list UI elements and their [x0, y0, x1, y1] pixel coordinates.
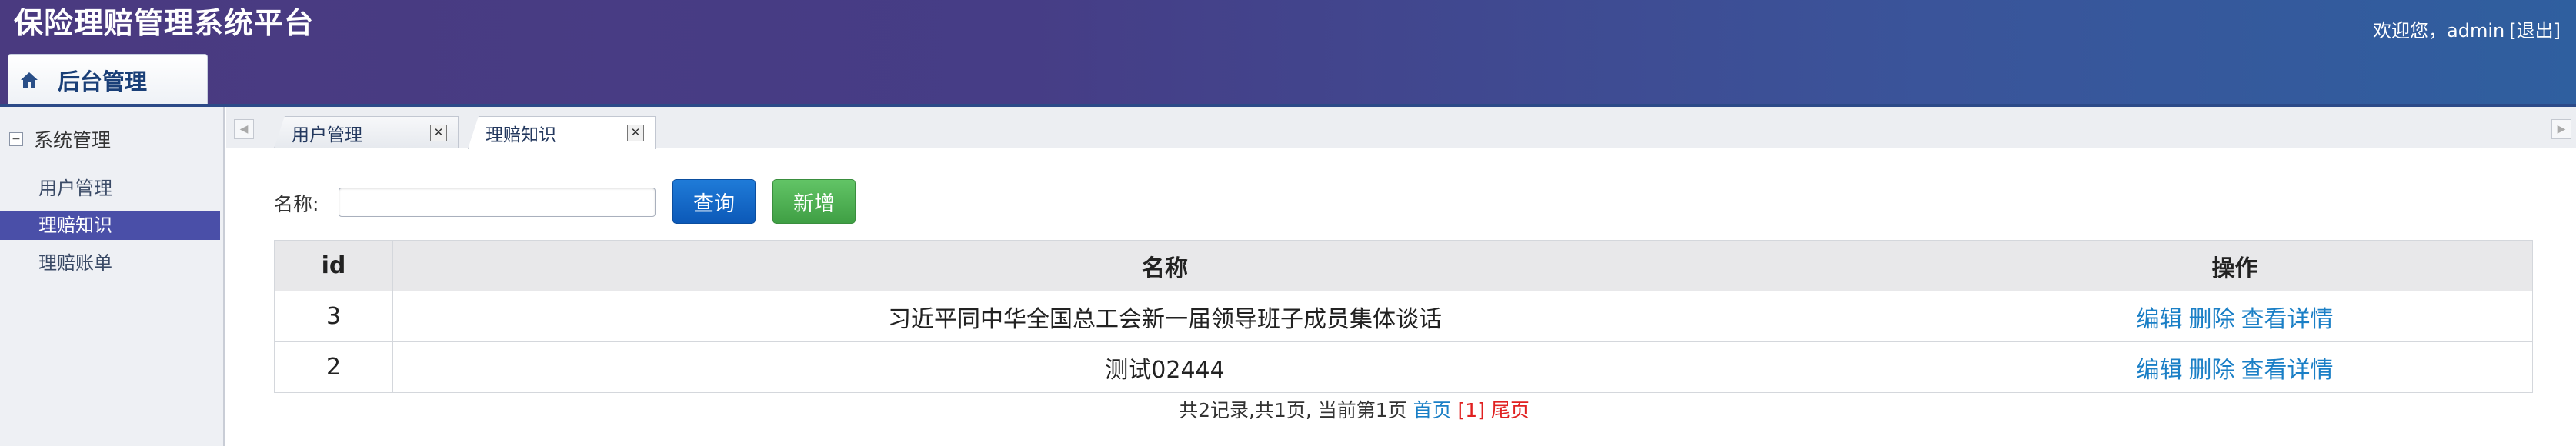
tab-scroll-right-icon[interactable]: ▶ [2551, 119, 2571, 139]
home-icon [18, 68, 41, 92]
last-page-link[interactable]: 尾页 [1491, 399, 1530, 421]
logout-link[interactable]: [退出] [2509, 20, 2561, 42]
view-details-link[interactable]: 查看详情 [2241, 306, 2334, 333]
tab-scroll-left-icon[interactable]: ◀ [234, 119, 254, 139]
top-header: 保险理赔管理系统平台 欢迎您，admin [退出] 后台管理 [0, 0, 2576, 107]
tab-claim-knowledge[interactable]: 理赔知识 ✕ [468, 116, 656, 149]
welcome-text: 欢迎您，admin [2373, 20, 2505, 42]
query-button[interactable]: 查询 [672, 179, 756, 224]
main-tab-backend[interactable]: 后台管理 [8, 54, 208, 105]
delete-link[interactable]: 删除 [2189, 357, 2235, 384]
column-header-ops: 操作 [1937, 240, 2533, 291]
app-title: 保险理赔管理系统平台 [14, 6, 315, 40]
tab-label: 用户管理 [292, 125, 362, 145]
tab-label: 理赔知识 [486, 125, 556, 145]
delete-link[interactable]: 删除 [2189, 306, 2235, 333]
sidebar-item-users[interactable]: 用户管理 [0, 174, 220, 203]
edit-link[interactable]: 编辑 [2137, 357, 2183, 384]
pagination-summary: 共2记录,共1页, 当前第1页 [1179, 399, 1407, 421]
pagination: 共2记录,共1页, 当前第1页 首页 [1] 尾页 [0, 395, 2576, 423]
welcome-area: 欢迎您，admin [退出] [2368, 15, 2561, 42]
first-page-link[interactable]: 首页 [1413, 399, 1452, 421]
table-header-row: id 名称 操作 [274, 240, 2533, 291]
sidebar-item-claim-knowledge[interactable]: 理赔知识 [0, 211, 220, 240]
close-icon[interactable]: ✕ [430, 125, 447, 141]
cell-id: 3 [274, 291, 393, 342]
tab-user-management[interactable]: 用户管理 ✕ [274, 116, 459, 148]
cell-name: 习近平同中华全国总工会新一届领导班子成员集体谈话 [392, 291, 1937, 342]
cell-ops: 编辑 删除 查看详情 [1937, 341, 2533, 393]
collapse-icon[interactable]: − [9, 132, 23, 146]
cell-ops: 编辑 删除 查看详情 [1937, 291, 2533, 342]
table-row: 3 习近平同中华全国总工会新一届领导班子成员集体谈话 编辑 删除 查看详情 [274, 291, 2533, 342]
add-button[interactable]: 新增 [772, 179, 856, 224]
column-header-name: 名称 [392, 240, 1937, 291]
cell-name: 测试02444 [392, 341, 1937, 393]
main-tab-label: 后台管理 [58, 68, 148, 95]
sidebar-item-claim-bills[interactable]: 理赔账单 [0, 248, 220, 278]
close-icon[interactable]: ✕ [627, 125, 644, 141]
table-row: 2 测试02444 编辑 删除 查看详情 [274, 341, 2533, 393]
view-details-link[interactable]: 查看详情 [2241, 357, 2334, 384]
edit-link[interactable]: 编辑 [2137, 306, 2183, 333]
content-tab-bar: ◀ 用户管理 ✕ 理赔知识 ✕ ▶ [226, 107, 2576, 149]
column-header-id: id [274, 240, 393, 291]
sidebar-group-system[interactable]: − 系统管理 [9, 125, 111, 153]
search-label: 名称: [274, 193, 319, 215]
cell-id: 2 [274, 341, 393, 393]
name-search-input[interactable] [339, 188, 656, 217]
knowledge-table: id 名称 操作 3 习近平同中华全国总工会新一届领导班子成员集体谈话 编辑 删除… [274, 240, 2533, 393]
current-page: [1] [1457, 399, 1485, 421]
sidebar-group-label: 系统管理 [34, 129, 112, 151]
